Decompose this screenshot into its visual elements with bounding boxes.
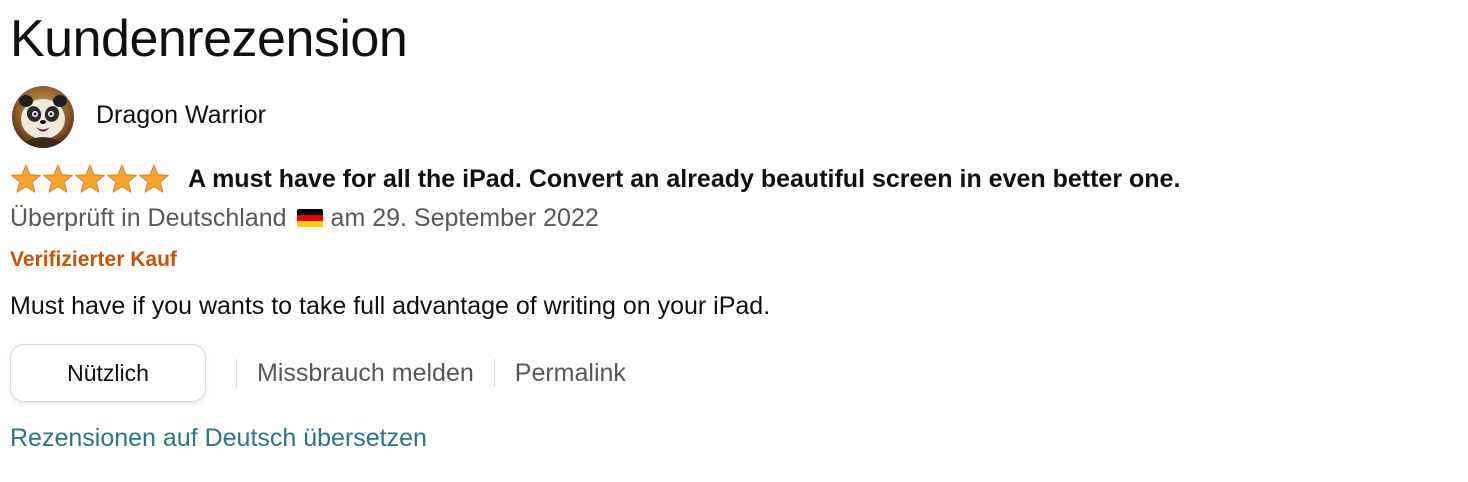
star-icon bbox=[43, 164, 73, 193]
review-meta: Überprüft in Deutschland am 29. Septembe… bbox=[10, 202, 599, 234]
star-icon bbox=[139, 164, 169, 193]
report-abuse-link[interactable]: Missbrauch melden bbox=[257, 358, 474, 388]
page-title: Kundenrezension bbox=[10, 10, 408, 68]
divider bbox=[493, 359, 495, 387]
rating-row: A must have for all the iPad. Convert an… bbox=[10, 162, 1180, 196]
permalink-link[interactable]: Permalink bbox=[515, 358, 626, 388]
reviewer-name[interactable]: Dragon Warrior bbox=[96, 100, 266, 130]
panda-avatar-icon[interactable] bbox=[12, 86, 74, 148]
review-actions: Nützlich Missbrauch melden Permalink bbox=[10, 342, 626, 404]
review-body: Must have if you wants to take full adva… bbox=[10, 292, 771, 320]
star-rating[interactable] bbox=[10, 164, 170, 194]
review-title[interactable]: A must have for all the iPad. Convert an… bbox=[188, 164, 1180, 194]
star-icon bbox=[11, 164, 41, 193]
review-date: am 29. September 2022 bbox=[330, 204, 599, 232]
star-icon bbox=[75, 164, 105, 193]
reviewer-profile[interactable]: Dragon Warrior bbox=[12, 86, 266, 148]
germany-flag-icon bbox=[296, 209, 323, 227]
verified-purchase-badge: Verifizierter Kauf bbox=[10, 248, 177, 271]
translate-reviews-link[interactable]: Rezensionen auf Deutsch übersetzen bbox=[10, 422, 427, 454]
review-location: Überprüft in Deutschland bbox=[10, 204, 287, 232]
divider bbox=[236, 359, 237, 387]
star-icon bbox=[107, 164, 137, 193]
helpful-button[interactable]: Nützlich bbox=[10, 344, 206, 402]
